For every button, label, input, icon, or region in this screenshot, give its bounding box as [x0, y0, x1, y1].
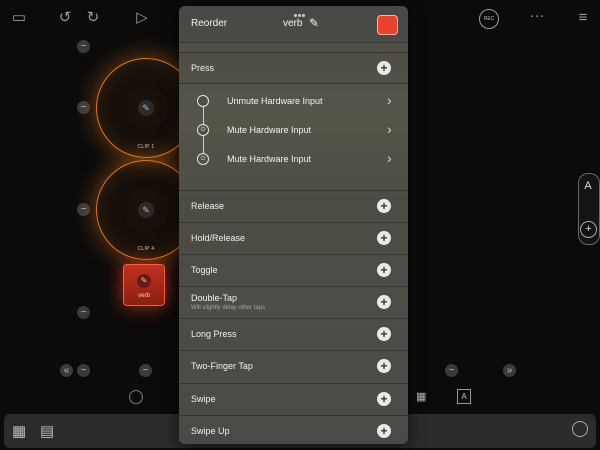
record-button[interactable]: REC — [479, 9, 499, 29]
edit-icon: ✎ — [138, 202, 154, 218]
list-icon[interactable]: ▤ — [40, 422, 54, 440]
add-icon[interactable]: + — [580, 221, 597, 238]
gesture-row-hold-release[interactable]: Hold/Release + — [179, 222, 408, 254]
gesture-label: Swipe Up — [191, 426, 230, 436]
add-action-icon[interactable]: + — [377, 392, 391, 406]
add-action-icon[interactable]: + — [377, 359, 391, 373]
grid-icon[interactable]: ▦ — [12, 422, 26, 440]
action-item[interactable]: Mute Hardware Input — [227, 154, 311, 164]
gesture-label: Release — [191, 201, 225, 211]
action-item[interactable]: Unmute Hardware Input — [227, 96, 323, 106]
remove-icon[interactable]: − — [77, 101, 90, 114]
undo-icon[interactable]: ↺ — [54, 8, 76, 28]
color-swatch-button[interactable] — [377, 15, 398, 35]
remove-icon[interactable]: − — [77, 203, 90, 216]
chevron-right-icon[interactable]: › — [387, 121, 392, 137]
power-icon: ⏻ — [197, 153, 209, 165]
grid-icon[interactable]: ▦ — [416, 390, 430, 404]
edit-icon: ✎ — [137, 274, 151, 288]
remove-icon[interactable]: − — [77, 40, 90, 53]
add-action-icon[interactable]: + — [377, 199, 391, 213]
edit-icon: ✎ — [138, 100, 154, 116]
gesture-row-toggle[interactable]: Toggle + — [179, 254, 408, 286]
reorder-button[interactable]: Reorder — [191, 18, 227, 29]
add-action-icon[interactable]: + — [377, 424, 391, 438]
add-action-icon[interactable]: + — [377, 295, 391, 309]
add-action-icon[interactable]: + — [377, 327, 391, 341]
add-action-icon[interactable]: + — [377, 263, 391, 277]
letter-a-icon[interactable]: A — [579, 180, 597, 196]
remove-icon[interactable]: − — [77, 364, 90, 377]
menu-icon[interactable]: ≡ — [572, 8, 594, 28]
settings-icon[interactable] — [129, 390, 143, 404]
gesture-row-double-tap[interactable]: Double-Tap Will slightly delay other tap… — [179, 286, 408, 318]
action-item[interactable]: Mute Hardware Input — [227, 125, 311, 135]
edit-name-icon[interactable]: ✎ — [309, 16, 319, 30]
gesture-label: Press — [191, 63, 215, 73]
remove-icon[interactable]: − — [139, 364, 152, 377]
pad-name[interactable]: verb — [283, 18, 302, 29]
drag-handle-icon[interactable] — [294, 4, 306, 17]
verb-pad-label: verb — [138, 293, 150, 299]
rewind-icon[interactable]: « — [60, 364, 73, 377]
forward-icon[interactable]: » — [503, 364, 516, 377]
gesture-row-release[interactable]: Release + — [179, 190, 408, 222]
verb-pad-button[interactable]: ✎ verb — [123, 264, 165, 306]
gesture-row-press[interactable]: Press + — [179, 52, 408, 84]
power-icon: ⏻ — [197, 124, 209, 136]
gesture-hint: Will slightly delay other taps — [191, 305, 266, 311]
redo-icon[interactable]: ↻ — [82, 8, 104, 28]
press-actions-list: ⏻ ⏻ Unmute Hardware Input Mute Hardware … — [179, 83, 408, 188]
play-icon[interactable]: ▷ — [131, 8, 153, 28]
gesture-row-swipe[interactable]: Swipe + — [179, 383, 408, 415]
palette-icon[interactable] — [572, 421, 588, 437]
chevron-right-icon[interactable]: › — [387, 92, 392, 108]
gesture-label: Two-Finger Tap — [191, 361, 253, 371]
more-icon[interactable]: ··· — [526, 6, 548, 26]
start-node-icon — [197, 95, 209, 107]
gesture-label: Swipe — [191, 394, 216, 404]
add-action-icon[interactable]: + — [377, 231, 391, 245]
gesture-actions-panel: Reorder verb ✎ Press + ⏻ ⏻ Unmute Hardwa… — [179, 6, 408, 444]
gesture-row-swipe-up[interactable]: Swipe Up + — [179, 415, 408, 444]
gesture-label: Hold/Release — [191, 233, 246, 243]
folder-icon[interactable]: ▭ — [8, 8, 30, 28]
chevron-right-icon[interactable]: › — [387, 150, 392, 166]
gesture-label: Long Press — [191, 329, 237, 339]
add-action-icon[interactable]: + — [377, 61, 391, 75]
gesture-row-two-finger-tap[interactable]: Two-Finger Tap + — [179, 350, 408, 382]
gesture-row-long-press[interactable]: Long Press + — [179, 318, 408, 350]
letter-a-icon[interactable]: A — [457, 389, 471, 404]
gesture-label: Toggle — [191, 265, 218, 275]
gesture-label: Double-Tap — [191, 293, 238, 303]
remove-icon[interactable]: − — [77, 306, 90, 319]
panel-header: Reorder verb ✎ — [179, 6, 408, 43]
remove-icon[interactable]: − — [445, 364, 458, 377]
